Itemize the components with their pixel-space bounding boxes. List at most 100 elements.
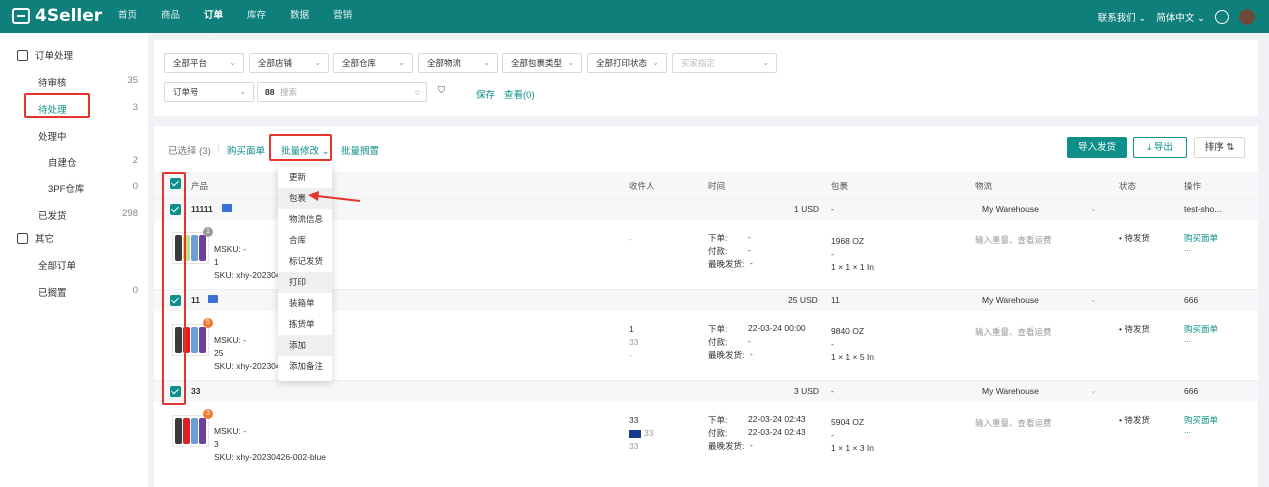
nav-inventory[interactable]: 库存 (247, 0, 266, 33)
time-latest-ship-label: 最晚发货: (708, 441, 745, 451)
order-id[interactable]: 11111 (191, 204, 213, 214)
buyer-specified-select[interactable]: 买家指定 ⌄ (672, 53, 777, 73)
product-thumbnail[interactable] (172, 415, 209, 447)
sidebar-item-count: 3 (132, 102, 138, 113)
package-dash: - (831, 249, 834, 259)
order-amount: 25 USD (788, 295, 818, 305)
sidebar-item-label: 全部订单 (38, 261, 77, 272)
menu-item-mark-shipped[interactable]: 标记发货 (278, 251, 332, 272)
time-paid-label: 付款: (708, 337, 728, 347)
sidebar-group-other[interactable]: 其它 (17, 231, 54, 245)
sidebar-item-all-orders[interactable]: 全部订单 (38, 258, 138, 272)
logo-icon (12, 8, 30, 24)
time-latest-ship: - (750, 440, 753, 450)
flag-icon (629, 429, 641, 438)
nav-orders[interactable]: 订单 ⌄ (204, 0, 223, 40)
time-ordered: 22-03-24 00:00 (748, 323, 806, 333)
filter-icon[interactable]: ⛉ (438, 85, 445, 96)
select-value: 买家指定 (681, 58, 716, 68)
warehouse-select[interactable]: My Warehouse (982, 295, 1039, 305)
nav-home[interactable]: 首页 (118, 0, 137, 33)
sidebar-item-on-hold[interactable]: 已搁置 0 (38, 285, 138, 299)
logistics-input[interactable]: 输入重量、查看运费 (975, 234, 1052, 246)
menu-item-logistics-info[interactable]: 物流信息 (278, 209, 332, 230)
recipient-phone: 33 (629, 441, 639, 451)
nav-products[interactable]: 商品 (161, 0, 180, 33)
buy-label-button[interactable]: 购买面单 (227, 143, 265, 157)
sidebar-item-count: 0 (132, 285, 138, 296)
warehouse-select[interactable]: My Warehouse (982, 386, 1039, 396)
recipient-name: 33 (629, 415, 639, 425)
select-value: 全部平台 (173, 58, 208, 68)
sidebar-item-label: 3PF仓库 (48, 184, 85, 195)
store-select[interactable]: 全部店铺 ⌄ (249, 53, 329, 73)
logo[interactable]: 4Seller (12, 6, 102, 26)
sidebar-item-count: 2 (132, 155, 138, 166)
toolbar-separator: | (217, 143, 220, 154)
batch-hold-button[interactable]: 批量搁置 (341, 143, 379, 157)
sidebar-item-own-warehouse[interactable]: 自建仓 2 (48, 155, 138, 169)
order-id[interactable]: 11 (191, 295, 200, 305)
more-actions-link[interactable]: ... (1184, 425, 1191, 435)
logistics-input[interactable]: 输入重量、查看运费 (975, 326, 1052, 338)
warehouse-select[interactable]: My Warehouse (982, 204, 1039, 214)
recipient-address-text: 33 (644, 428, 654, 438)
nav-marketing[interactable]: 营销 (333, 0, 352, 33)
export-button[interactable]: ⤓ 导出 (1133, 137, 1187, 158)
time-paid-label: 付款: (708, 428, 728, 438)
view-saved-link[interactable]: 查看(0) (504, 87, 535, 101)
nav-data[interactable]: 数据 (290, 0, 309, 33)
chevron-down-icon: ⌄ (567, 58, 574, 67)
col-status: 状态 (1119, 181, 1137, 191)
time-latest-ship-label: 最晚发货: (708, 259, 745, 269)
selected-count: 已选择 (3) (168, 146, 211, 157)
menu-item-update[interactable]: 更新 (278, 167, 332, 188)
sidebar-item-3pf-warehouse[interactable]: 3PF仓库 0 (48, 181, 138, 195)
more-actions-link[interactable]: ... (1184, 243, 1191, 253)
sidebar-item-shipped[interactable]: 已发货 298 (38, 208, 138, 222)
contact-menu[interactable]: 联系我们 ⌄ (1098, 10, 1147, 24)
avatar[interactable] (1239, 8, 1255, 25)
package-dims: 1 × 1 × 5 In (831, 352, 875, 362)
sidebar-item-processing[interactable]: 处理中 (38, 129, 138, 143)
shop-name: test-sho... (1184, 204, 1222, 214)
time-paid-label: 付款: (708, 246, 728, 256)
search-input[interactable]: 88 搜索 ○ (257, 82, 427, 102)
menu-item-print[interactable]: 打印 (278, 272, 332, 293)
logistics-select[interactable]: 全部物流 ⌄ (418, 53, 498, 73)
sort-button[interactable]: 排序 ⇅ (1194, 137, 1245, 158)
chevron-down-icon: ⌄ (1090, 386, 1097, 395)
print-status-select[interactable]: 全部打印状态 ⌄ (587, 53, 667, 73)
highlight-box-batch-edit (269, 134, 332, 161)
col-actions: 操作 (1184, 181, 1202, 191)
language-menu[interactable]: 简体中文 ⌄ (1156, 10, 1205, 24)
menu-item-merge[interactable]: 合库 (278, 230, 332, 251)
sidebar-group-order-processing[interactable]: 订单处理 (17, 48, 73, 62)
menu-item-add-note[interactable]: 添加备注 (278, 356, 332, 377)
platform-select[interactable]: 全部平台 ⌄ (164, 53, 244, 73)
package-type-select[interactable]: 全部包裹类型 ⌄ (502, 53, 582, 73)
save-filter-link[interactable]: 保存 (476, 87, 495, 101)
clipboard-icon (17, 232, 28, 244)
time-paid: - (748, 245, 751, 255)
menu-item-pick-list[interactable]: 拣货单 (278, 314, 332, 335)
sidebar-item-pending-review[interactable]: 待审核 35 (38, 75, 138, 89)
menu-item-add[interactable]: 添加 (278, 335, 332, 356)
order-id[interactable]: 33 (191, 386, 200, 396)
sidebar-item-label: 已发货 (38, 211, 67, 222)
quantity-badge: 5 (203, 318, 213, 328)
search-icon[interactable]: ○ (415, 83, 420, 101)
import-shipment-button[interactable]: 导入发货 (1067, 137, 1127, 158)
top-navbar: 4Seller 首页 商品 订单 ⌄ 库存 数据 营销 联系我们 ⌄ 简体中文 ⌄ (0, 0, 1269, 40)
settings-gear-icon[interactable] (1215, 9, 1229, 24)
shop-name: 666 (1184, 386, 1199, 396)
search-field-select[interactable]: 订单号 ⌄ (164, 82, 254, 102)
logo-text: 4Seller (35, 6, 103, 26)
filter-panel (154, 40, 1258, 116)
logistics-input[interactable]: 输入重量、查看运费 (975, 417, 1052, 429)
sidebar-group-label: 订单处理 (35, 51, 74, 62)
warehouse-select[interactable]: 全部仓库 ⌄ (333, 53, 413, 73)
sidebar-item-label: 已搁置 (38, 288, 67, 299)
menu-item-packing-list[interactable]: 装箱单 (278, 293, 332, 314)
more-actions-link[interactable]: ... (1184, 334, 1191, 344)
